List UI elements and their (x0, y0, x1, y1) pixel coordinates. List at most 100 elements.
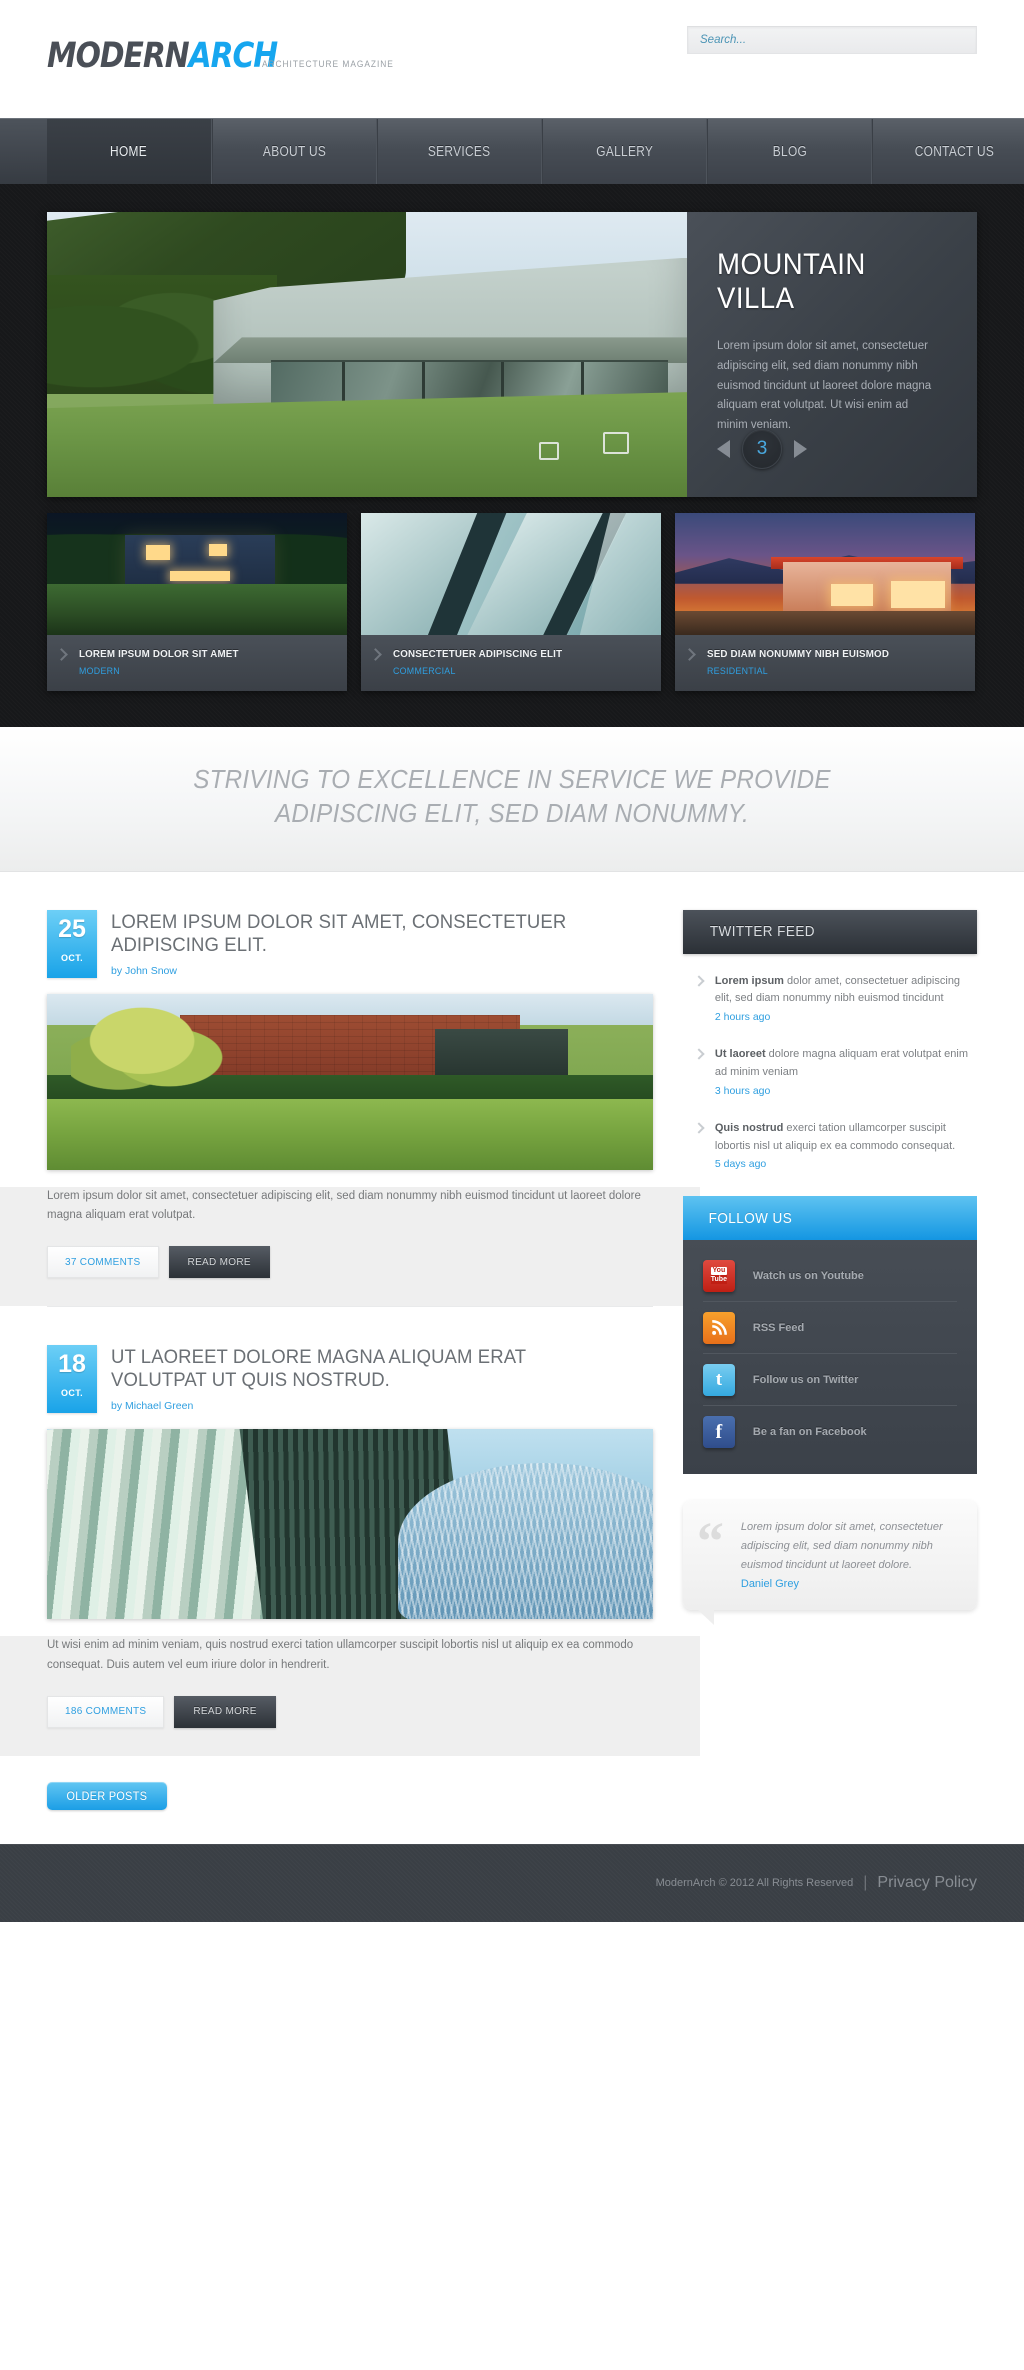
chevron-right-icon (683, 648, 696, 661)
read-more-button[interactable]: READ MORE (174, 1695, 276, 1728)
sidebar: TWITTER FEED Lorem ipsum dolor amet, con… (682, 872, 977, 1844)
post-date-day: 25 (58, 914, 86, 943)
nav-label-gallery: GALLERY (596, 143, 653, 160)
testimonial-widget: “ Lorem ipsum dolor sit amet, consectetu… (682, 1500, 977, 1626)
follow-item-youtube[interactable]: You Tube Watch us on Youtube (702, 1250, 957, 1303)
page-root: MODERNARCH ARCHITECTURE MAGAZINE HOME AB… (0, 0, 1024, 1922)
thumb-category[interactable]: RESIDENTIAL (707, 666, 947, 677)
nav-item-blog[interactable]: BLOG (707, 119, 872, 184)
logo-tagline: ARCHITECTURE MAGAZINE (261, 59, 394, 70)
follow-us-widget: FOLLOW US You Tube Watch us on Youtube R… (682, 1196, 977, 1475)
tweet-list: Lorem ipsum dolor amet, consectetuer adi… (683, 954, 977, 1170)
post-author[interactable]: by Michael Green (111, 1400, 653, 1412)
slider-prev-icon[interactable] (717, 440, 730, 458)
chevron-right-icon (693, 974, 705, 987)
tweet-text: Ut laoreet dolore magna aliquam erat vol… (715, 1046, 969, 1082)
nav-item-about-us[interactable]: ABOUT US (212, 119, 377, 184)
thumb-category[interactable]: MODERN (79, 666, 319, 677)
thumb-image (675, 513, 975, 635)
post-title[interactable]: LOREM IPSUM DOLOR SIT AMET, CONSECTETUER… (111, 911, 653, 957)
site-logo[interactable]: MODERNARCH ARCHITECTURE MAGAZINE (47, 36, 412, 76)
follow-item-rss[interactable]: RSS Feed (702, 1302, 957, 1355)
featured-slider: MOUNTAIN VILLA Lorem ipsum dolor sit ame… (47, 212, 977, 497)
post-date-badge: 18 OCT. (47, 1345, 97, 1414)
nav-item-contact-us[interactable]: CONTACT US (872, 119, 1024, 184)
slide-number[interactable]: 3 (742, 429, 782, 469)
chevron-right-icon (693, 1122, 705, 1134)
quote-icon: “ (696, 1511, 724, 1572)
tweet-item: Ut laoreet dolore magna aliquam erat vol… (691, 1046, 969, 1097)
featured-thumbs: LOREM IPSUM DOLOR SIT AMET MODERN CONSEC… (47, 513, 977, 691)
post-excerpt: Lorem ipsum dolor sit amet, consectetuer… (47, 1189, 641, 1222)
older-posts-button[interactable]: OLDER POSTS (47, 1781, 167, 1810)
post-date-badge: 25 OCT. (47, 909, 97, 978)
post-image[interactable] (47, 993, 653, 1170)
glass-tower-photo (47, 1429, 653, 1620)
tweet-text: Lorem ipsum dolor amet, consectetuer adi… (715, 973, 969, 1009)
tweet-lead: Ut laoreet (714, 1048, 766, 1061)
nav-item-gallery[interactable]: GALLERY (542, 119, 707, 184)
nav-item-services[interactable]: SERVICES (377, 119, 542, 184)
hero-section: MOUNTAIN VILLA Lorem ipsum dolor sit ame… (0, 184, 1024, 727)
site-header: MODERNARCH ARCHITECTURE MAGAZINE (0, 0, 1024, 118)
post-excerpt: Ut wisi enim ad minim veniam, quis nostr… (47, 1639, 634, 1671)
slide-title-line2: VILLA (717, 281, 795, 315)
testimonial-author[interactable]: Daniel Grey (741, 1578, 955, 1590)
follow-item-facebook[interactable]: f Be a fan on Facebook (702, 1406, 957, 1458)
read-more-button[interactable]: READ MORE (168, 1246, 270, 1279)
slider-next-icon[interactable] (794, 440, 807, 458)
post-image[interactable] (47, 1429, 653, 1620)
main-navigation: HOME ABOUT US SERVICES GALLERY BLOG CONT… (0, 118, 1024, 184)
main-column: 25 OCT. LOREM IPSUM DOLOR SIT AMET, CONS… (0, 872, 700, 1844)
footer-copyright: ModernArch © 2012 All Rights Reserved (655, 1877, 854, 1890)
comments-button[interactable]: 186 COMMENTS (47, 1695, 165, 1728)
post-header: 25 OCT. LOREM IPSUM DOLOR SIT AMET, CONS… (47, 909, 653, 978)
tweet-time[interactable]: 2 hours ago (715, 1011, 969, 1023)
testimonial-tail (696, 1609, 714, 1626)
brick-house-photo (47, 993, 653, 1170)
thumb-card[interactable]: SED DIAM NONUMMY NIBH EUISMOD RESIDENTIA… (675, 513, 975, 691)
logo-arch: ARCH (188, 36, 279, 76)
slide-title-line1: MOUNTAIN (717, 248, 866, 281)
slide-title: MOUNTAIN VILLA (717, 248, 943, 315)
tweet-time[interactable]: 5 days ago (715, 1158, 969, 1170)
slider-caption: MOUNTAIN VILLA Lorem ipsum dolor sit ame… (687, 212, 977, 497)
nav-label-home: HOME (110, 143, 148, 160)
post-title[interactable]: UT LAOREET DOLORE MAGNA ALIQUAM ERAT VOL… (111, 1346, 653, 1392)
follow-us-title-text: FOLLOW US (708, 1209, 793, 1227)
footer-separator: | (863, 1874, 868, 1892)
twitter-feed-title-text: TWITTER FEED (709, 923, 815, 941)
tweet-time[interactable]: 3 hours ago (715, 1085, 969, 1097)
twitter-feed-title: TWITTER FEED (682, 909, 977, 954)
thumb-card[interactable]: LOREM IPSUM DOLOR SIT AMET MODERN (47, 513, 347, 691)
chevron-right-icon (55, 648, 68, 661)
tagline-line1: STRIVING TO EXCELLENCE IN SERVICE WE PRO… (193, 764, 831, 794)
site-footer: ModernArch © 2012 All Rights Reserved | … (0, 1843, 1024, 1922)
search-input[interactable] (688, 27, 976, 53)
twitter-feed-widget: TWITTER FEED Lorem ipsum dolor amet, con… (682, 909, 977, 1170)
search-box[interactable] (687, 26, 977, 54)
nav-label-blog: BLOG (772, 143, 807, 160)
older-posts-label: OLDER POSTS (66, 1788, 148, 1803)
logo-modern: MODERN (47, 36, 190, 76)
comments-button[interactable]: 37 COMMENTS (47, 1246, 159, 1279)
dusk-house-photo (675, 513, 975, 635)
thumb-category[interactable]: COMMERCIAL (393, 666, 633, 677)
testimonial-text: Lorem ipsum dolor sit amet, consectetuer… (740, 1521, 943, 1572)
follow-list: You Tube Watch us on Youtube RSS Feed t … (682, 1240, 977, 1475)
follow-label-rss: RSS Feed (752, 1321, 805, 1334)
post-date-month: OCT. (60, 1388, 84, 1399)
footer-privacy-link[interactable]: Privacy Policy (877, 1874, 977, 1892)
post-excerpt-band: Lorem ipsum dolor sit amet, consectetuer… (0, 1186, 700, 1307)
slider-image[interactable] (47, 212, 687, 497)
follow-item-twitter[interactable]: t Follow us on Twitter (702, 1354, 957, 1407)
post-author[interactable]: by John Snow (111, 965, 653, 977)
follow-label-twitter: Follow us on Twitter (752, 1373, 859, 1386)
nav-item-home[interactable]: HOME (47, 119, 212, 184)
nav-list: HOME ABOUT US SERVICES GALLERY BLOG CONT… (47, 119, 1024, 184)
thumb-card[interactable]: CONSECTETUER ADIPISCING ELIT COMMERCIAL (361, 513, 661, 691)
tagline-text: STRIVING TO EXCELLENCE IN SERVICE WE PRO… (0, 763, 1024, 831)
follow-us-title: FOLLOW US (682, 1196, 977, 1241)
thumb-title: SED DIAM NONUMMY NIBH EUISMOD (707, 648, 890, 660)
tweet-item: Lorem ipsum dolor amet, consectetuer adi… (691, 973, 969, 1023)
